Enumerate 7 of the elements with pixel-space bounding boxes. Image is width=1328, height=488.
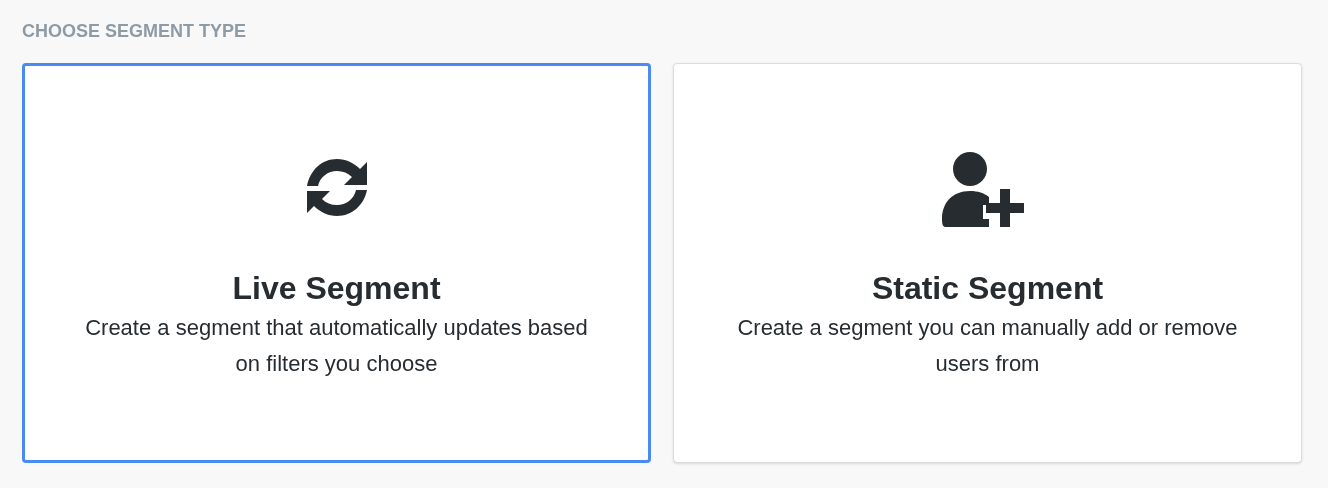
card-title: Static Segment [871, 269, 1104, 308]
segment-type-card[interactable]: Static Segment Create a segment you can manually add or remove users from [673, 63, 1302, 463]
segment-type-card[interactable]: Live Segment Create a segment that automatically updates based on filters you choose [22, 63, 651, 463]
card-title: Live Segment [232, 269, 441, 308]
section-heading: CHOOSE SEGMENT TYPE [22, 20, 247, 43]
card-description: Create a segment that automatically updates based on filters you choose [84, 314, 589, 378]
card-description: Create a segment you can manually add or remove users from [736, 314, 1239, 378]
